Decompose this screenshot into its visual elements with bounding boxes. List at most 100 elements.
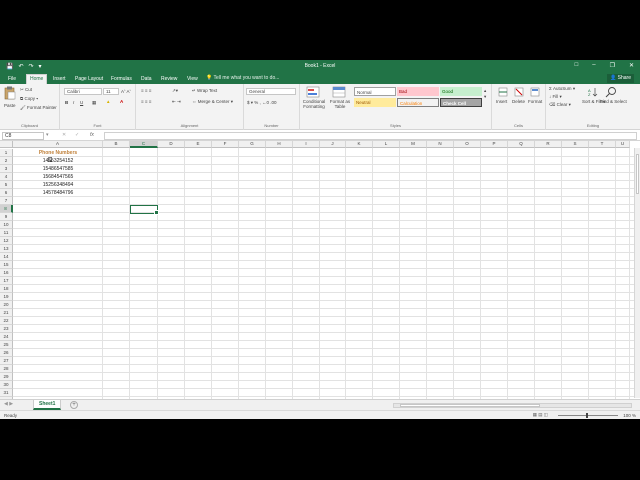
- zoom-level[interactable]: 100 %: [623, 413, 636, 418]
- column-header-c[interactable]: C: [130, 141, 158, 148]
- tab-insert[interactable]: Insert: [50, 75, 69, 84]
- name-box-dropdown-icon[interactable]: ▾: [46, 132, 49, 138]
- underline-button[interactable]: U: [80, 100, 83, 105]
- column-header-t[interactable]: T: [589, 141, 616, 148]
- fill-button[interactable]: ↓ Fill ▾: [549, 94, 562, 100]
- cell-a1-header[interactable]: Phone Numbers: [13, 149, 103, 157]
- minimize-icon[interactable]: –: [592, 62, 595, 69]
- autosum-button[interactable]: Σ AutoSum ▾: [549, 86, 575, 92]
- column-header-f[interactable]: F: [212, 141, 239, 148]
- column-header-k[interactable]: K: [346, 141, 373, 148]
- tab-file[interactable]: File: [5, 75, 19, 84]
- tab-data[interactable]: Data: [138, 75, 155, 84]
- share-button[interactable]: 👤 Share: [607, 74, 634, 83]
- paste-icon[interactable]: [4, 86, 16, 100]
- row-header-1[interactable]: 1: [0, 149, 13, 157]
- row-header-11[interactable]: 11: [0, 229, 13, 237]
- row-header-12[interactable]: 12: [0, 237, 13, 245]
- zoom-slider[interactable]: [558, 413, 618, 418]
- format-painter-button[interactable]: 🖌 Format Painter: [20, 105, 57, 111]
- row-header-16[interactable]: 16: [0, 269, 13, 277]
- conditional-formatting-icon[interactable]: [306, 86, 320, 98]
- cell-a4[interactable]: 15684547565: [13, 173, 103, 181]
- row-header-6[interactable]: 6: [0, 189, 13, 197]
- copy-button[interactable]: ⧉ Copy ▾: [20, 96, 38, 101]
- style-good[interactable]: Good: [440, 87, 482, 96]
- row-header-4[interactable]: 4: [0, 173, 13, 181]
- row-header-9[interactable]: 9: [0, 213, 13, 221]
- row-header-18[interactable]: 18: [0, 285, 13, 293]
- row-header-3[interactable]: 3: [0, 165, 13, 173]
- font-size-select[interactable]: 11: [103, 88, 119, 95]
- column-header-g[interactable]: G: [239, 141, 266, 148]
- vertical-scrollbar[interactable]: [634, 148, 640, 398]
- row-header-19[interactable]: 19: [0, 293, 13, 301]
- font-color-icon[interactable]: A: [120, 99, 123, 104]
- row-header-28[interactable]: 28: [0, 365, 13, 373]
- row-header-17[interactable]: 17: [0, 277, 13, 285]
- column-header-n[interactable]: N: [427, 141, 454, 148]
- sheet-nav-icons[interactable]: ◀ ▶: [4, 401, 13, 407]
- insert-cells-icon[interactable]: [498, 87, 508, 97]
- style-neutral[interactable]: Neutral: [354, 98, 396, 107]
- tab-formulas[interactable]: Formulas: [108, 75, 135, 84]
- grow-font-icon[interactable]: Aˆ Aˇ: [121, 89, 131, 94]
- row-header-29[interactable]: 29: [0, 373, 13, 381]
- horizontal-scrollbar[interactable]: [393, 403, 632, 408]
- column-header-j[interactable]: J: [320, 141, 346, 148]
- add-sheet-icon[interactable]: +: [70, 401, 78, 409]
- wrap-text-button[interactable]: ↵ Wrap Text: [192, 88, 217, 94]
- row-header-22[interactable]: 22: [0, 317, 13, 325]
- cell-a3[interactable]: 15486547585: [13, 165, 103, 173]
- column-header-u[interactable]: U: [616, 141, 630, 148]
- fill-color-icon[interactable]: ▲: [106, 99, 110, 104]
- row-header-10[interactable]: 10: [0, 221, 13, 229]
- style-check-cell[interactable]: Check Cell: [440, 98, 482, 107]
- column-header-s[interactable]: S: [562, 141, 589, 148]
- column-header-r[interactable]: R: [535, 141, 562, 148]
- row-header-31[interactable]: 31: [0, 389, 13, 397]
- active-cell-c8[interactable]: [130, 205, 159, 215]
- orientation-icon[interactable]: ↗▾: [172, 88, 178, 94]
- cut-button[interactable]: ✂ Cut: [20, 87, 32, 93]
- cell-a5[interactable]: 15256348494: [13, 181, 103, 189]
- paste-label[interactable]: Paste: [4, 103, 16, 108]
- row-header-2[interactable]: 2: [0, 157, 13, 165]
- horizontal-scroll-thumb[interactable]: [400, 404, 540, 407]
- format-cells-icon[interactable]: [530, 87, 540, 97]
- confirm-entry-icon[interactable]: ✓: [75, 132, 79, 138]
- merge-center-button[interactable]: ⇔ Merge & Center ▾: [192, 99, 233, 105]
- font-name-select[interactable]: Calibri: [64, 88, 102, 95]
- formula-input[interactable]: [104, 132, 637, 140]
- name-box[interactable]: C8: [2, 132, 44, 140]
- indent-icon[interactable]: ⇤ ⇥: [172, 99, 181, 105]
- bold-button[interactable]: B: [65, 100, 68, 105]
- ribbon-display-icon[interactable]: □: [575, 62, 579, 69]
- format-as-table-label[interactable]: Format as Table: [328, 99, 352, 109]
- align-top-icon[interactable]: ≡ ≡ ≡: [141, 88, 151, 93]
- clear-button[interactable]: ⌫ Clear ▾: [549, 102, 571, 108]
- row-header-7[interactable]: 7: [0, 197, 13, 205]
- delete-cells-icon[interactable]: [514, 87, 524, 97]
- row-header-8[interactable]: 8: [0, 205, 13, 213]
- vertical-scroll-thumb[interactable]: [636, 154, 639, 194]
- styles-scroll-icon[interactable]: ▴ ▾: [484, 88, 486, 100]
- borders-icon[interactable]: ▦: [92, 100, 96, 106]
- find-select-icon[interactable]: [605, 86, 617, 98]
- style-bad[interactable]: Bad: [397, 87, 439, 96]
- row-header-14[interactable]: 14: [0, 253, 13, 261]
- sheet-tab-sheet1[interactable]: Sheet1: [33, 400, 62, 410]
- tab-home[interactable]: Home: [26, 74, 48, 84]
- close-icon[interactable]: ✕: [629, 62, 634, 69]
- align-left-icon[interactable]: ≡ ≡ ≡: [141, 99, 151, 104]
- row-header-26[interactable]: 26: [0, 349, 13, 357]
- format-cells-label[interactable]: Format: [528, 99, 542, 104]
- row-header-20[interactable]: 20: [0, 301, 13, 309]
- row-header-13[interactable]: 13: [0, 245, 13, 253]
- tab-review[interactable]: Review: [158, 75, 180, 84]
- row-header-25[interactable]: 25: [0, 341, 13, 349]
- zoom-slider-knob[interactable]: [586, 413, 588, 418]
- select-all-corner[interactable]: [0, 141, 13, 148]
- insert-cells-label[interactable]: Insert: [496, 99, 507, 104]
- tell-me-search[interactable]: 💡 Tell me what you want to do...: [206, 75, 279, 81]
